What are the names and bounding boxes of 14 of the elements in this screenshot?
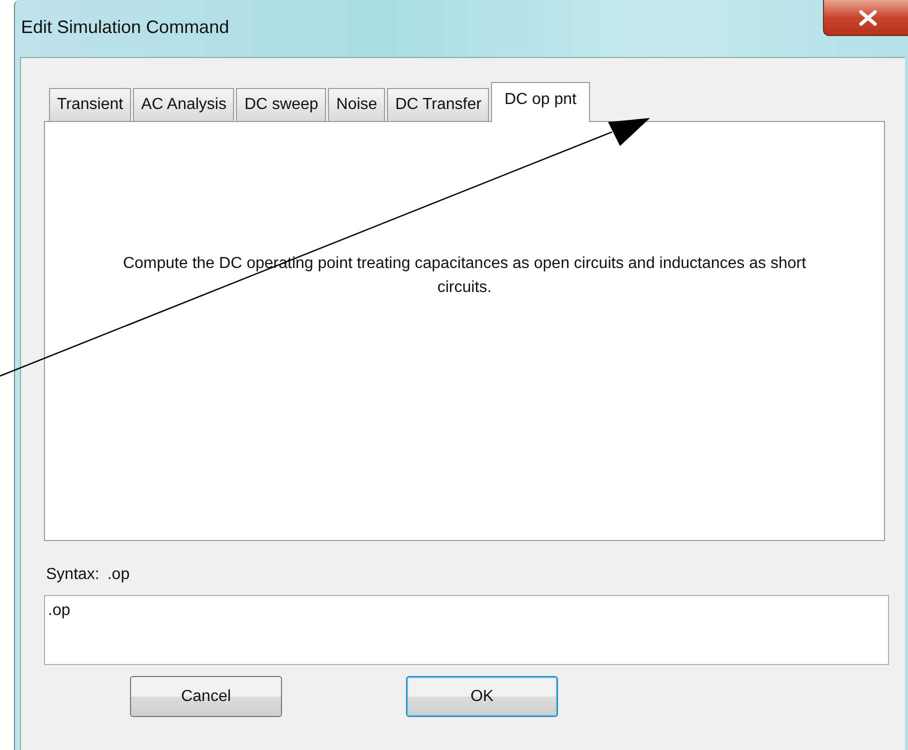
command-field[interactable]: .op xyxy=(44,595,889,665)
ok-button[interactable]: OK xyxy=(406,676,558,717)
tab[interactable]: Transient xyxy=(49,88,132,121)
tab[interactable]: DC Transfer xyxy=(387,88,490,121)
close-icon xyxy=(858,10,878,26)
tab[interactable]: Noise xyxy=(328,88,386,121)
cancel-button[interactable]: Cancel xyxy=(130,676,282,717)
tab[interactable]: DC op pnt xyxy=(491,82,590,122)
syntax-value: .op xyxy=(107,566,130,584)
syntax-label: Syntax: xyxy=(46,566,100,584)
window-title: Edit Simulation Command xyxy=(21,17,230,38)
tab[interactable]: DC sweep xyxy=(236,88,326,121)
tab[interactable]: AC Analysis xyxy=(133,88,234,121)
close-button[interactable] xyxy=(823,0,908,36)
